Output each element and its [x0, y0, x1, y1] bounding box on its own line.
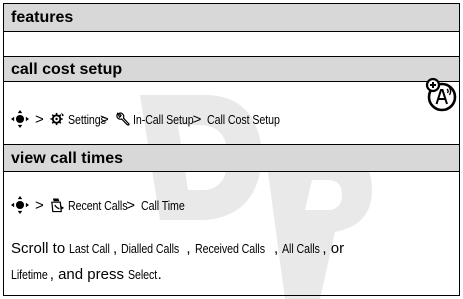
nav-key-icon — [11, 196, 29, 214]
term-all-calls: All Calls — [282, 241, 321, 256]
text-part: , and press — [49, 266, 129, 283]
term-dialled-calls: Dialled Calls — [121, 241, 180, 256]
text-part: , or — [322, 240, 345, 257]
table-header-title: features — [11, 9, 74, 26]
section-title-call-cost-setup: call cost setup — [4, 56, 459, 82]
section2-title: view call times — [11, 150, 124, 167]
features-table: features call cost setup > Settings > In… — [3, 3, 460, 296]
term-received-calls: Received Calls — [194, 241, 265, 256]
path-item-call-time: Call Time — [141, 197, 185, 213]
path-separator: > — [192, 110, 202, 128]
instruction-text: Scroll to Last Call, Dialled Calls, Rece… — [11, 236, 453, 288]
term-last-call: Last Call — [69, 241, 111, 256]
section1-title: call cost setup — [11, 61, 123, 78]
path-item-settings: Settings — [67, 111, 106, 127]
path-separator: > — [35, 196, 44, 214]
term-lifetime: Lifetime — [11, 267, 48, 282]
table-header: features — [4, 4, 459, 32]
recent-calls-icon — [50, 198, 64, 213]
text-part: Scroll to — [11, 240, 70, 257]
path-item-call-cost-setup: Call Cost Setup — [207, 111, 281, 127]
path-item-in-call-setup: In-Call Setup — [132, 111, 194, 127]
view-call-times-path: > Recent Calls > Call Time — [11, 195, 453, 215]
network-feature-icon — [425, 78, 457, 112]
section-title-view-call-times: view call times — [4, 144, 459, 172]
path-item-recent-calls: Recent Calls — [67, 197, 128, 213]
nav-key-icon — [11, 110, 29, 128]
path-separator: > — [35, 110, 44, 128]
settings-gear-icon — [50, 112, 64, 126]
call-cost-setup-path: > Settings > In-Call Setup > Call Cost S… — [11, 109, 453, 129]
term-select: Select — [128, 267, 158, 282]
text-part: , — [186, 240, 195, 257]
in-call-wrench-icon — [115, 112, 130, 126]
text-part: . — [157, 266, 162, 283]
